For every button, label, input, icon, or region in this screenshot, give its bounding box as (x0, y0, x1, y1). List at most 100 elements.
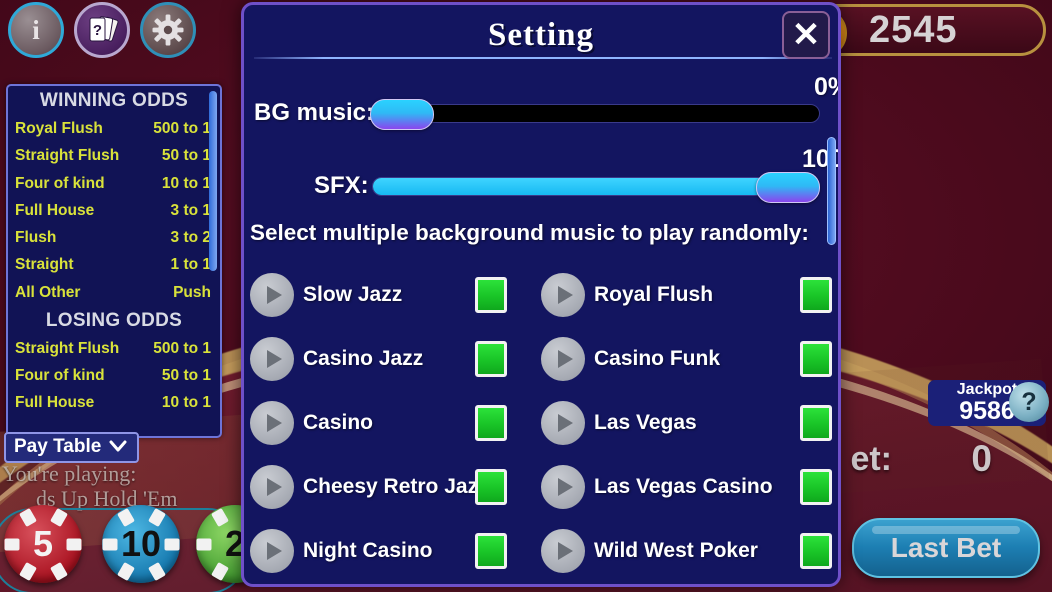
table-row: Straight 1 to 1 (8, 251, 220, 278)
hand-name: Full House (15, 394, 95, 412)
odds-panel[interactable]: WINNING ODDS Royal Flush 500 to 1 Straig… (6, 84, 222, 438)
hand-payout: 500 to 1 (153, 120, 211, 137)
hand-payout: 10 to 1 (161, 174, 211, 192)
play-icon[interactable] (541, 465, 585, 509)
hand-name: Flush (15, 229, 57, 246)
play-icon[interactable] (541, 529, 585, 573)
track-label: Slow Jazz (303, 283, 403, 306)
track-checkbox[interactable] (475, 469, 507, 505)
hand-name: Straight Flush (15, 339, 120, 357)
music-track-grid: Slow Jazz Royal Flush Casino Jazz Casino… (250, 263, 832, 583)
svg-text:?: ? (93, 22, 102, 39)
hand-payout: 50 to 1 (161, 367, 211, 384)
list-item: Cheesy Retro Jazz Las Vegas Casino (250, 455, 832, 519)
gear-icon (152, 14, 184, 46)
hand-name: Full House (15, 201, 95, 219)
track-checkbox[interactable] (475, 533, 507, 569)
table-row: Flush 3 to 2 (8, 224, 220, 251)
play-icon[interactable] (541, 273, 585, 317)
play-icon[interactable] (250, 465, 294, 509)
table-row: Full House 10 to 1 (8, 389, 220, 416)
hand-payout: 1 to 1 (170, 256, 211, 274)
music-track-las-vegas-casino: Las Vegas Casino (541, 465, 832, 509)
music-track-slow-jazz: Slow Jazz (250, 273, 541, 317)
last-bet-label: Last Bet (890, 532, 1002, 563)
track-checkbox[interactable] (475, 277, 507, 313)
sfx-label: SFX: (314, 172, 369, 199)
losing-odds-list: Straight Flush 500 to 1 Four of kind 50 … (8, 335, 220, 417)
table-row: Royal Flush 500 to 1 (8, 115, 220, 142)
track-label: Casino Funk (594, 347, 721, 370)
settings-gear-button[interactable] (140, 2, 196, 58)
sfx-slider-fill (373, 178, 790, 195)
info-button[interactable]: i (8, 2, 64, 58)
table-row: All Other Push (8, 279, 220, 306)
winning-odds-header: WINNING ODDS (39, 90, 189, 111)
bet-label: et: (850, 440, 892, 478)
track-label: Las Vegas Casino (594, 475, 773, 498)
coin-balance-bar: ★ 2545 (797, 4, 1046, 58)
track-checkbox[interactable] (800, 277, 832, 313)
track-checkbox[interactable] (475, 405, 507, 441)
track-label: Wild West Poker (594, 539, 758, 562)
play-icon[interactable] (250, 529, 294, 573)
music-track-night-casino: Night Casino (250, 529, 541, 573)
top-button-group: i ? (8, 2, 196, 58)
hand-name: All Other (15, 283, 81, 301)
track-label: Casino (303, 411, 374, 434)
sfx-slider[interactable] (372, 177, 820, 196)
track-checkbox[interactable] (800, 405, 832, 441)
winning-odds-list: Royal Flush 500 to 1 Straight Flush 50 t… (8, 115, 220, 306)
dialog-title: Setting (488, 17, 594, 53)
track-checkbox[interactable] (800, 533, 832, 569)
table-row: Four of kind 10 to 1 (8, 170, 220, 197)
select-music-message: Select multiple background music to play… (250, 220, 809, 245)
bg-music-slider-thumb[interactable] (370, 99, 434, 130)
music-track-casino-jazz: Casino Jazz (250, 337, 541, 381)
play-icon[interactable] (250, 273, 294, 317)
hand-payout: 3 to 1 (170, 201, 211, 219)
game-screen: i ? WINNING ODDS Royal Flush 500 to 1 St… (0, 0, 1052, 592)
music-track-las-vegas: Las Vegas (541, 401, 832, 445)
track-checkbox[interactable] (800, 469, 832, 505)
track-checkbox[interactable] (800, 341, 832, 377)
play-icon[interactable] (250, 401, 294, 445)
chip-10[interactable]: 10 (102, 505, 180, 583)
music-track-wild-west-poker: Wild West Poker (541, 529, 832, 573)
chip-5[interactable]: 5 (4, 505, 82, 583)
music-track-casino-funk: Casino Funk (541, 337, 832, 381)
hand-name: Royal Flush (15, 120, 103, 137)
pay-table-label: Pay Table (14, 436, 102, 457)
pay-table-dropdown[interactable]: Pay Table (4, 432, 140, 463)
play-icon[interactable] (250, 337, 294, 381)
play-icon[interactable] (541, 337, 585, 381)
hand-name: Four of kind (15, 174, 105, 192)
odds-scrollbar[interactable] (209, 91, 217, 271)
track-label: Cheesy Retro Jazz (303, 475, 489, 498)
hand-payout: 3 to 2 (170, 229, 211, 246)
sfx-slider-thumb[interactable] (756, 172, 820, 203)
track-label: Casino Jazz (303, 347, 424, 370)
jackpot-help-icon[interactable]: ? (1009, 382, 1049, 422)
bg-music-slider[interactable] (372, 104, 820, 123)
now-playing-text: You're playing: ds Up Hold 'Em (2, 461, 252, 511)
list-item: Casino Las Vegas (250, 391, 832, 455)
dialog-title-separator (254, 57, 832, 59)
table-row: Four of kind 50 to 1 (8, 362, 220, 389)
hand-payout: Push (173, 283, 211, 301)
hand-payout: 50 to 1 (161, 147, 211, 165)
hand-payout: 10 to 1 (161, 394, 211, 412)
chip-value: 5 (32, 523, 54, 564)
last-bet-button[interactable]: Last Bet (852, 518, 1040, 578)
close-icon[interactable]: ✕ (782, 11, 830, 59)
music-track-royal-flush: Royal Flush (541, 273, 832, 317)
bet-value: 0 (971, 438, 992, 479)
list-item: Casino Jazz Casino Funk (250, 327, 832, 391)
table-row: Full House 3 to 1 (8, 197, 220, 224)
dialog-scrollbar[interactable] (827, 137, 836, 245)
track-checkbox[interactable] (475, 341, 507, 377)
bg-music-label: BG music: (254, 99, 375, 126)
help-cards-button[interactable]: ? (74, 2, 130, 58)
now-playing-line1: You're playing: (2, 461, 137, 486)
play-icon[interactable] (541, 401, 585, 445)
